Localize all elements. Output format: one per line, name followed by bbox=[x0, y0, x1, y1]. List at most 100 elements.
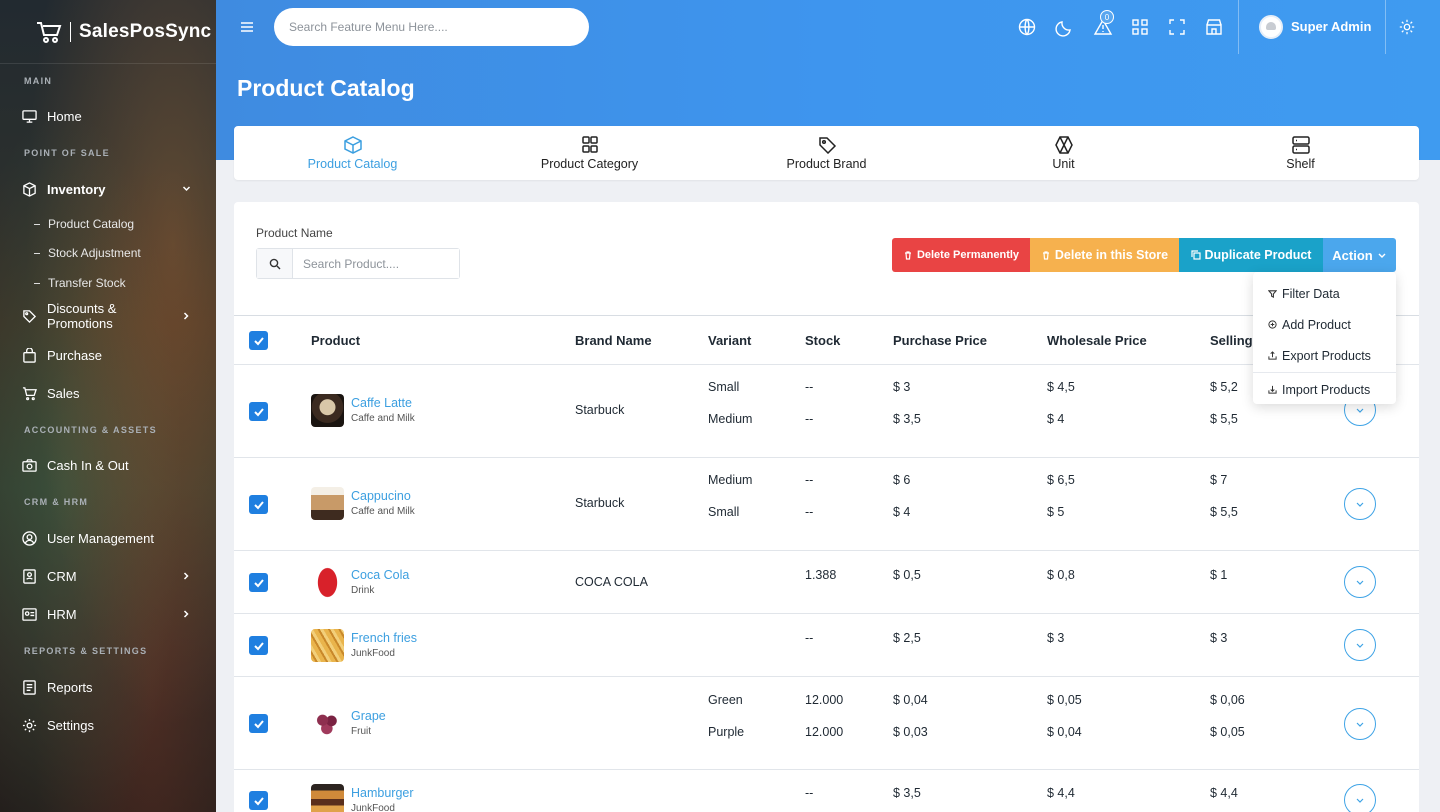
product-thumbnail bbox=[311, 566, 344, 599]
delete-in-store-button[interactable]: Delete in this Store bbox=[1030, 238, 1179, 272]
tab-label: Unit bbox=[1052, 156, 1075, 171]
tab-product-catalog[interactable]: Product Catalog bbox=[234, 126, 471, 180]
stock-cell: -- bbox=[805, 786, 814, 800]
table-row: French fries JunkFood -- $ 2,5 $ 3 $ 3 bbox=[234, 614, 1419, 677]
column-selling-price[interactable]: Selling bbox=[1210, 333, 1253, 348]
sidebar-item-label: Sales bbox=[47, 385, 80, 401]
tab-label: Shelf bbox=[1286, 156, 1315, 171]
variant-cell: Purple bbox=[708, 725, 745, 739]
row-checkbox[interactable] bbox=[249, 495, 268, 514]
column-purchase-price[interactable]: Purchase Price bbox=[893, 333, 987, 348]
product-name-link[interactable]: Grape bbox=[351, 709, 386, 723]
product-name-link[interactable]: Hamburger bbox=[351, 786, 414, 800]
action-dropdown-button[interactable]: Action bbox=[1323, 238, 1396, 272]
feature-search-input[interactable] bbox=[274, 8, 589, 46]
expand-row-button[interactable] bbox=[1344, 488, 1376, 520]
monitor-icon bbox=[22, 109, 37, 123]
column-product[interactable]: Product bbox=[311, 333, 360, 348]
user-name[interactable]: Super Admin bbox=[1291, 19, 1371, 34]
sidebar-item-label: Home bbox=[47, 108, 82, 124]
stock-cell: -- bbox=[805, 473, 814, 487]
hexagon-icon bbox=[1054, 135, 1073, 154]
sidebar-item-user-management[interactable]: User Management bbox=[22, 526, 194, 550]
sidebar-item-discounts[interactable]: Discounts & Promotions bbox=[22, 301, 194, 331]
purchase-price-cell: $ 3,5 bbox=[893, 786, 921, 800]
apps-grid-icon[interactable] bbox=[1130, 17, 1150, 37]
selling-price-cell: $ 5,5 bbox=[1210, 505, 1238, 519]
chevron-down-icon bbox=[182, 186, 191, 192]
chevron-right-icon bbox=[183, 572, 189, 580]
expand-row-button[interactable] bbox=[1344, 784, 1376, 812]
purchase-price-cell: $ 4 bbox=[893, 505, 911, 519]
row-checkbox[interactable] bbox=[249, 636, 268, 655]
product-category: JunkFood bbox=[351, 803, 395, 812]
delete-permanently-button[interactable]: Delete Permanently bbox=[892, 238, 1030, 272]
product-name-link[interactable]: Cappucino bbox=[351, 489, 411, 503]
row-checkbox[interactable] bbox=[249, 402, 268, 421]
app-logo[interactable]: SalesPosSync bbox=[0, 0, 216, 64]
wholesale-price-cell: $ 0,8 bbox=[1047, 568, 1075, 582]
box-icon bbox=[23, 181, 36, 197]
sidebar-item-settings[interactable]: Settings bbox=[22, 713, 194, 737]
sidebar-item-crm[interactable]: CRM bbox=[22, 564, 194, 588]
product-name-link[interactable]: Coca Cola bbox=[351, 568, 409, 582]
column-variant[interactable]: Variant bbox=[708, 333, 751, 348]
expand-row-button[interactable] bbox=[1344, 566, 1376, 598]
settings-gear-icon[interactable] bbox=[1398, 18, 1416, 36]
sidebar-subitem-label: Product Catalog bbox=[48, 217, 135, 231]
id-card-icon bbox=[22, 607, 37, 621]
sidebar-subitem-stock-adjustment[interactable]: Stock Adjustment bbox=[34, 246, 141, 260]
sidebar-item-cash[interactable]: Cash In & Out bbox=[22, 453, 194, 477]
menu-item-filter-data[interactable]: Filter Data bbox=[1253, 278, 1396, 309]
sidebar-item-hrm[interactable]: HRM bbox=[22, 602, 194, 626]
sidebar-item-purchase[interactable]: Purchase bbox=[22, 343, 194, 367]
select-all-checkbox[interactable] bbox=[249, 331, 268, 350]
menu-item-export-products[interactable]: Export Products bbox=[1253, 340, 1396, 371]
sidebar-item-sales[interactable]: Sales bbox=[22, 381, 194, 405]
sidebar-item-label: CRM bbox=[47, 568, 77, 584]
brand-cell: Starbuck bbox=[575, 496, 625, 510]
sidebar-item-reports[interactable]: Reports bbox=[22, 675, 194, 699]
tab-product-category[interactable]: Product Category bbox=[471, 126, 708, 180]
variant-cell: Medium bbox=[708, 473, 753, 487]
grid-icon bbox=[581, 135, 598, 153]
row-checkbox[interactable] bbox=[249, 714, 268, 733]
sidebar-item-inventory[interactable]: Inventory bbox=[22, 177, 194, 201]
column-wholesale-price[interactable]: Wholesale Price bbox=[1047, 333, 1147, 348]
hamburger-menu-icon[interactable] bbox=[238, 18, 256, 36]
product-category: Caffe and Milk bbox=[351, 413, 415, 424]
product-name-link[interactable]: French fries bbox=[351, 631, 417, 645]
tab-label: Product Catalog bbox=[307, 156, 398, 171]
sidebar-item-label: Inventory bbox=[47, 181, 106, 197]
row-checkbox[interactable] bbox=[249, 791, 268, 810]
contact-card-icon bbox=[23, 568, 36, 584]
avatar[interactable] bbox=[1259, 15, 1283, 39]
product-category: Drink bbox=[351, 585, 375, 596]
duplicate-product-button[interactable]: Duplicate Product bbox=[1179, 238, 1323, 272]
fullscreen-icon[interactable] bbox=[1167, 17, 1187, 37]
bag-icon bbox=[23, 347, 36, 363]
tab-product-brand[interactable]: Product Brand bbox=[708, 126, 945, 180]
store-icon[interactable] bbox=[1204, 17, 1224, 37]
product-name-link[interactable]: Caffe Latte bbox=[351, 396, 412, 410]
moon-icon[interactable] bbox=[1055, 17, 1075, 37]
expand-row-button[interactable] bbox=[1344, 629, 1376, 661]
tab-unit[interactable]: Unit bbox=[945, 126, 1182, 180]
report-icon bbox=[23, 679, 36, 695]
product-search-input[interactable] bbox=[293, 249, 459, 278]
purchase-price-cell: $ 0,5 bbox=[893, 568, 921, 582]
brand-cell: Starbuck bbox=[575, 403, 625, 417]
menu-item-label: Filter Data bbox=[1282, 286, 1340, 301]
sidebar-subitem-product-catalog[interactable]: Product Catalog bbox=[34, 217, 134, 231]
sidebar-subitem-transfer-stock[interactable]: Transfer Stock bbox=[34, 276, 126, 290]
row-checkbox[interactable] bbox=[249, 573, 268, 592]
menu-item-add-product[interactable]: Add Product bbox=[1253, 309, 1396, 340]
selling-price-cell: $ 4,4 bbox=[1210, 786, 1238, 800]
column-brand[interactable]: Brand Name bbox=[575, 333, 652, 348]
globe-icon[interactable] bbox=[1017, 17, 1037, 37]
sidebar-item-home[interactable]: Home bbox=[22, 104, 194, 128]
column-stock[interactable]: Stock bbox=[805, 333, 840, 348]
tab-shelf[interactable]: Shelf bbox=[1182, 126, 1419, 180]
expand-row-button[interactable] bbox=[1344, 708, 1376, 740]
menu-item-import-products[interactable]: Import Products bbox=[1253, 374, 1396, 405]
